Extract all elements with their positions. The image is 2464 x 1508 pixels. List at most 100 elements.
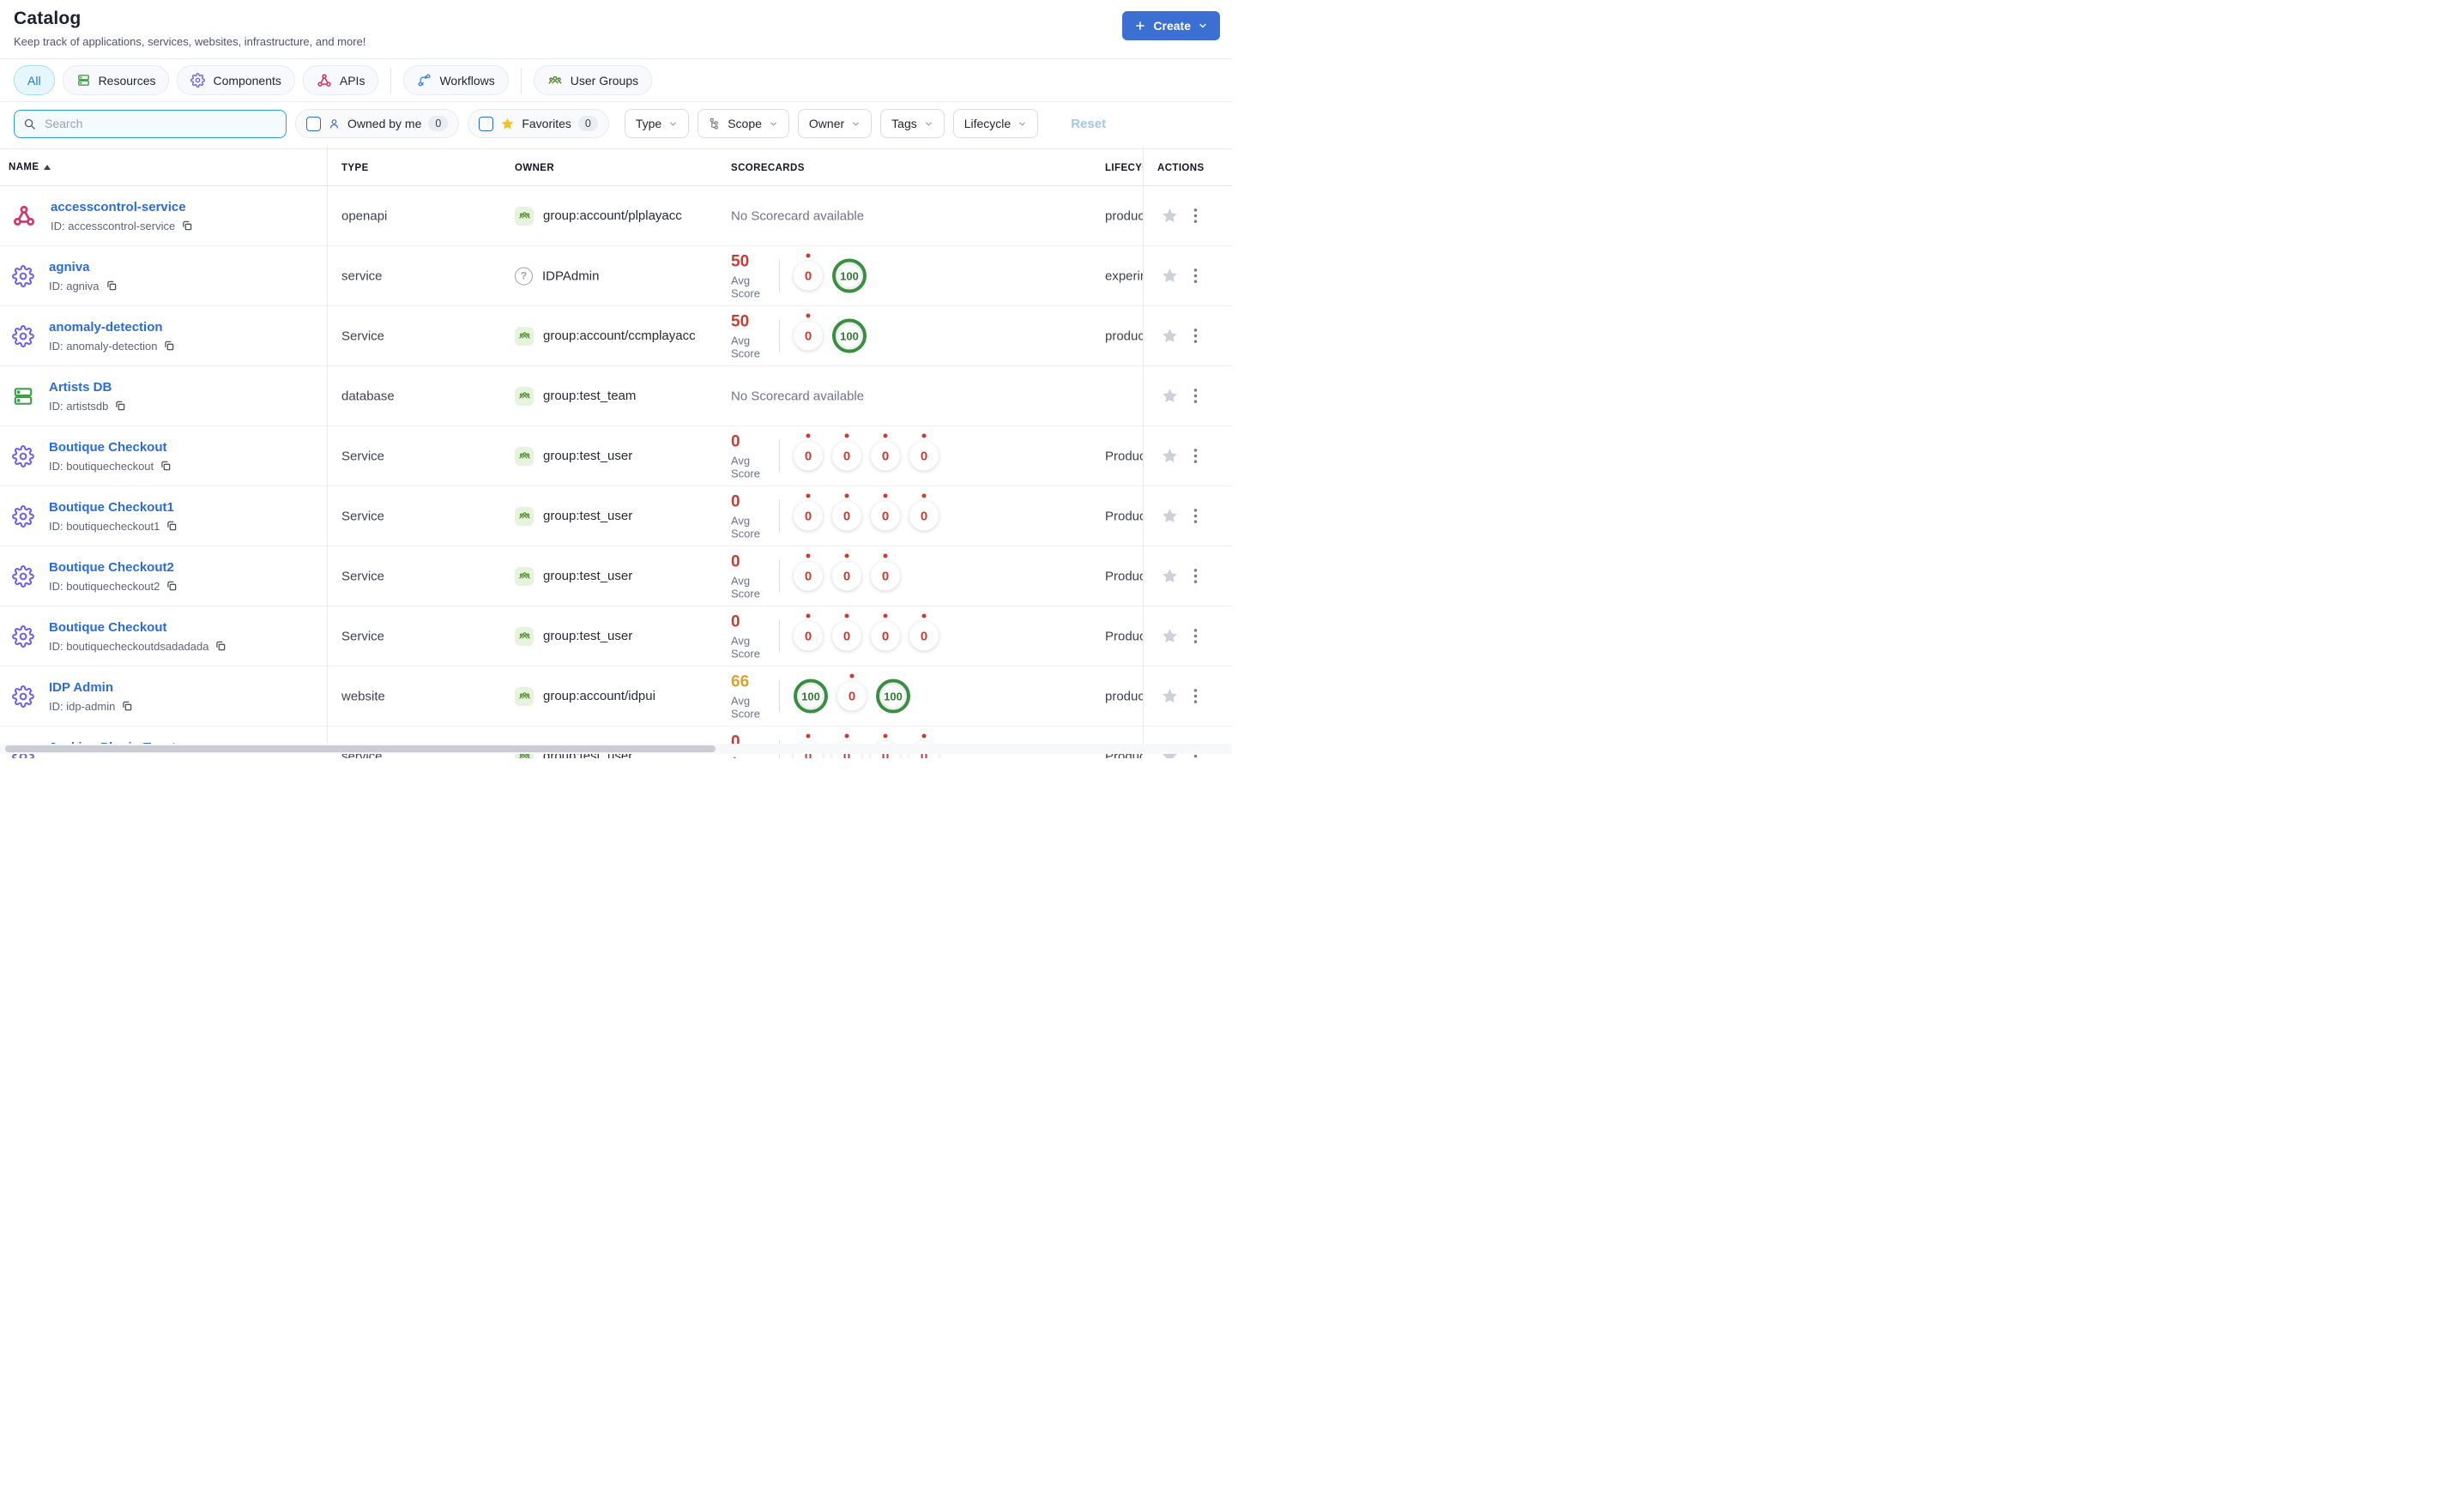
table-row[interactable]: Artists DB ID: artistsdb database group:… bbox=[0, 366, 1232, 426]
owner-name[interactable]: group:account/idpui bbox=[543, 689, 655, 703]
favorite-star-icon[interactable] bbox=[1161, 327, 1179, 345]
scorecard-badge[interactable]: 0 bbox=[832, 613, 861, 651]
entity-name-link[interactable]: Boutique Checkout2 bbox=[49, 560, 174, 575]
owner-name[interactable]: group:test_user bbox=[543, 449, 632, 463]
copy-icon[interactable] bbox=[166, 580, 178, 592]
copy-icon[interactable] bbox=[114, 400, 126, 412]
scorecard-badge[interactable]: 0 bbox=[871, 433, 900, 471]
kebab-menu-icon[interactable] bbox=[1192, 445, 1199, 467]
scorecard-badge[interactable]: 100 bbox=[832, 258, 867, 293]
owned-by-me-filter[interactable]: Owned by me 0 bbox=[295, 109, 460, 138]
reset-button[interactable]: Reset bbox=[1071, 117, 1106, 131]
entity-name-link[interactable]: agniva bbox=[49, 260, 90, 274]
table-row[interactable]: Boutique Checkout ID: boutiquecheckoutds… bbox=[0, 606, 1232, 667]
owner-name[interactable]: group:test_user bbox=[543, 569, 632, 583]
scorecard-badge[interactable]: 0 bbox=[794, 553, 823, 591]
type-dropdown[interactable]: Type bbox=[624, 109, 690, 138]
tab-all[interactable]: All bbox=[14, 65, 55, 95]
entity-name-link[interactable]: Boutique Checkout bbox=[49, 620, 167, 635]
lifecycle-dropdown[interactable]: Lifecycle bbox=[952, 109, 1039, 138]
table-row[interactable]: Boutique Checkout1 ID: boutiquecheckout1… bbox=[0, 486, 1232, 546]
entity-name-link[interactable]: Boutique Checkout1 bbox=[49, 500, 174, 515]
tab-apis[interactable]: APIs bbox=[302, 65, 379, 95]
scorecard-badge[interactable]: 0 bbox=[832, 433, 861, 471]
favorite-star-icon[interactable] bbox=[1161, 507, 1179, 525]
kebab-menu-icon[interactable] bbox=[1192, 625, 1199, 647]
tab-user-groups[interactable]: User Groups bbox=[533, 65, 653, 95]
favorite-star-icon[interactable] bbox=[1161, 207, 1179, 225]
owner-name[interactable]: group:account/ccmplayacc bbox=[543, 329, 696, 343]
entity-name-link[interactable]: IDP Admin bbox=[49, 680, 113, 695]
owned-by-me-checkbox[interactable] bbox=[306, 116, 321, 131]
owner-dropdown[interactable]: Owner bbox=[797, 109, 873, 138]
avg-score-block: 0 Avg Score bbox=[731, 492, 779, 540]
favorite-star-icon[interactable] bbox=[1161, 627, 1179, 645]
scorecard-badge[interactable]: 100 bbox=[832, 318, 867, 353]
scorecard-badge[interactable]: 0 bbox=[837, 673, 867, 711]
kebab-menu-icon[interactable] bbox=[1192, 205, 1199, 226]
scorecard-badge[interactable]: 0 bbox=[832, 553, 861, 591]
favorites-filter[interactable]: Favorites 0 bbox=[468, 109, 609, 138]
favorite-star-icon[interactable] bbox=[1161, 267, 1179, 285]
scorecard-badge[interactable]: 100 bbox=[876, 679, 910, 714]
copy-icon[interactable] bbox=[121, 700, 133, 712]
favorite-star-icon[interactable] bbox=[1161, 447, 1179, 465]
search-input[interactable] bbox=[43, 116, 277, 131]
scorecard-badge[interactable]: 0 bbox=[794, 433, 823, 471]
entity-name-link[interactable]: anomaly-detection bbox=[49, 320, 163, 335]
favorite-star-icon[interactable] bbox=[1161, 567, 1179, 585]
table-row[interactable]: accesscontrol-service ID: accesscontrol-… bbox=[0, 186, 1232, 246]
tab-workflows[interactable]: Workflows bbox=[403, 65, 509, 95]
scorecard-badge[interactable]: 0 bbox=[794, 253, 823, 291]
avg-score-label: Avg Score bbox=[731, 634, 760, 660]
create-button[interactable]: Create bbox=[1122, 11, 1220, 40]
entity-name-link[interactable]: accesscontrol-service bbox=[51, 200, 186, 214]
copy-icon[interactable] bbox=[181, 220, 193, 232]
kebab-menu-icon[interactable] bbox=[1192, 565, 1199, 587]
owner-name[interactable]: group:test_team bbox=[543, 389, 636, 403]
owner-name[interactable]: IDPAdmin bbox=[542, 268, 599, 283]
scorecard-badge[interactable]: 0 bbox=[871, 553, 900, 591]
entity-id-row: ID: boutiquecheckout1 bbox=[49, 520, 178, 533]
tab-components[interactable]: Components bbox=[177, 65, 295, 95]
copy-icon[interactable] bbox=[160, 460, 172, 472]
tab-resources[interactable]: Resources bbox=[62, 65, 170, 95]
table-row[interactable]: agniva ID: agniva service IDPAdmin 50 Av… bbox=[0, 246, 1232, 306]
tags-dropdown[interactable]: Tags bbox=[880, 109, 945, 138]
kebab-menu-icon[interactable] bbox=[1192, 265, 1199, 287]
scorecard-badge[interactable]: 0 bbox=[794, 313, 823, 351]
kebab-menu-icon[interactable] bbox=[1192, 325, 1199, 347]
kebab-menu-icon[interactable] bbox=[1192, 505, 1199, 527]
scorecard-badge[interactable]: 0 bbox=[794, 493, 823, 531]
scorecard-badge[interactable]: 0 bbox=[909, 433, 939, 471]
scorecard-badge[interactable]: 0 bbox=[909, 613, 939, 651]
copy-icon[interactable] bbox=[214, 640, 226, 652]
column-header-name[interactable]: NAME bbox=[9, 149, 51, 185]
table-row[interactable]: anomaly-detection ID: anomaly-detection … bbox=[0, 306, 1232, 366]
owner-name[interactable]: group:test_user bbox=[543, 509, 632, 523]
table-row[interactable]: Boutique Checkout ID: boutiquecheckout S… bbox=[0, 426, 1232, 486]
favorites-checkbox[interactable] bbox=[479, 116, 494, 131]
favorite-star-icon[interactable] bbox=[1161, 687, 1179, 705]
table-row[interactable]: Boutique Checkout2 ID: boutiquecheckout2… bbox=[0, 546, 1232, 606]
scorecard-badge[interactable]: 0 bbox=[871, 493, 900, 531]
scope-dropdown[interactable]: Scope bbox=[698, 109, 789, 138]
scorecard-badge[interactable]: 100 bbox=[794, 679, 828, 714]
copy-icon[interactable] bbox=[106, 280, 118, 292]
search-box[interactable] bbox=[14, 109, 287, 138]
horizontal-scrollbar-thumb[interactable] bbox=[5, 745, 716, 752]
owner-name[interactable]: group:account/plplayacc bbox=[543, 208, 682, 223]
owner-name[interactable]: group:test_user bbox=[543, 629, 632, 643]
scorecard-badge[interactable]: 0 bbox=[909, 493, 939, 531]
scorecard-badge[interactable]: 0 bbox=[832, 493, 861, 531]
kebab-menu-icon[interactable] bbox=[1192, 685, 1199, 707]
entity-name-link[interactable]: Boutique Checkout bbox=[49, 440, 167, 455]
copy-icon[interactable] bbox=[163, 340, 175, 352]
scorecard-badge[interactable]: 0 bbox=[871, 613, 900, 651]
copy-icon[interactable] bbox=[166, 520, 178, 532]
favorite-star-icon[interactable] bbox=[1161, 387, 1179, 405]
table-row[interactable]: IDP Admin ID: idp-admin website group:ac… bbox=[0, 667, 1232, 727]
scorecard-badge[interactable]: 0 bbox=[794, 613, 823, 651]
entity-name-link[interactable]: Artists DB bbox=[49, 380, 112, 395]
kebab-menu-icon[interactable] bbox=[1192, 385, 1199, 407]
